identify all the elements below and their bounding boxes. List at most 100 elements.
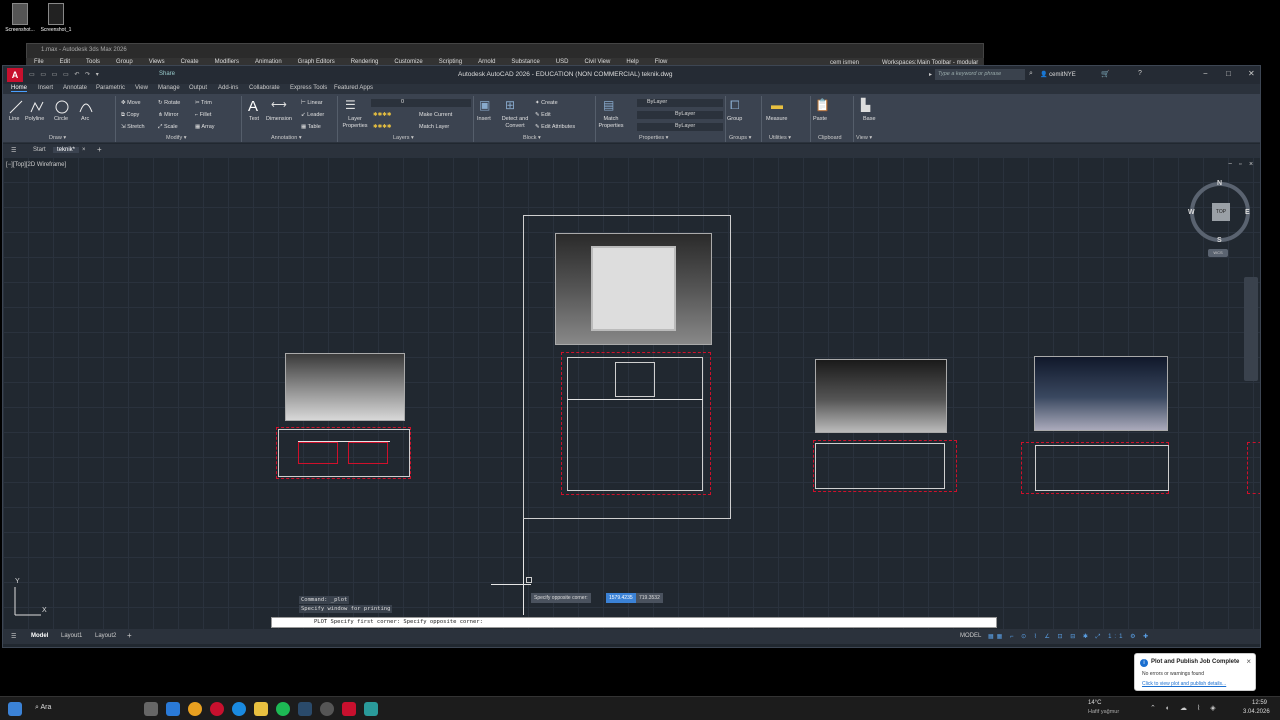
measure-icon[interactable]: ▬ [771,98,783,112]
status-toggles[interactable]: ▦▦ ⌐ ⊙ ⌇ ∠ ⊡ ⊟ ✱ ⤢ 1:1 ⚙ ✚ [988,633,1151,641]
compass-north[interactable]: N [1217,180,1222,187]
close-tab-icon[interactable]: × [82,147,86,153]
arc-button[interactable]: Arc [81,116,89,122]
tab-start[interactable]: Start [33,147,46,153]
viewport-minimize-icon[interactable]: − [1228,161,1232,168]
ribbon-tab[interactable]: Home [11,85,28,92]
annotation-panel-title[interactable]: Annotation ▾ [271,135,302,141]
layer-dropdown[interactable]: 0 [371,99,471,107]
notification-link[interactable]: Click to view plot and publish details..… [1142,681,1226,687]
paste-button[interactable]: Paste [813,116,827,122]
desktop-icon[interactable]: Screenshot... [0,3,40,33]
line-icon[interactable] [9,100,23,114]
menu-icon[interactable]: ☰ [11,147,16,154]
quick-access-toolbar[interactable]: ▭ ▭ ▭ ▭ ↶ ↷ ▾ [29,71,101,78]
browser-icon[interactable] [232,702,246,716]
tab-layout2[interactable]: Layout2 [95,633,116,639]
table-button[interactable]: ▦ Table [301,124,321,130]
modify-panel-title[interactable]: Modify ▾ [166,135,187,141]
base-view-icon[interactable]: ▙ [861,98,870,112]
search-arrow-icon[interactable]: ▸ [929,71,932,78]
linetype-dropdown[interactable]: ByLayer [637,111,723,119]
weather-temp[interactable]: 14°C [1088,700,1101,706]
move-button[interactable]: ✥ Move [121,100,141,106]
clock-time[interactable]: 12:59 [1252,700,1267,706]
user-account[interactable]: 👤 cemitNYE [1040,71,1076,78]
match-layer-button[interactable]: Match Layer [419,124,449,130]
circle-icon[interactable] [55,100,69,114]
copy-button[interactable]: ⧉ Copy [121,112,139,119]
draw-panel-title[interactable]: Draw ▾ [49,135,66,141]
chrome-icon[interactable] [188,702,202,716]
layer-tools-icon[interactable]: ✱✱✱✱ [373,124,391,130]
taskbar-search[interactable]: ⌕ Ara [35,704,51,712]
plot-notification[interactable]: i Plot and Publish Job Complete × No err… [1134,653,1256,691]
make-current-button[interactable]: Make Current [419,112,452,118]
stretch-button[interactable]: ⇲ Stretch [121,124,145,130]
compass-east[interactable]: E [1245,209,1250,216]
measure-button[interactable]: Measure [766,116,787,122]
cart-icon[interactable]: 🛒 [1101,70,1110,78]
compass-west[interactable]: W [1188,209,1195,216]
circle-button[interactable]: Circle [54,116,68,122]
ribbon-tab[interactable]: Featured Apps [334,85,373,91]
group-icon[interactable]: ⧠ [730,98,740,113]
polyline-icon[interactable] [30,100,44,114]
viewport-label[interactable]: [−][Top][2D Wireframe] [6,162,66,168]
system-tray[interactable]: ⌃ ◐ ☁ ⌇ ◈ [1150,704,1220,712]
insert-button[interactable]: Insert [477,116,491,122]
windows-start-icon[interactable] [8,702,22,716]
array-button[interactable]: ▦ Array [195,124,215,130]
groups-panel-title[interactable]: Groups ▾ [729,135,751,141]
ribbon-tab[interactable]: View [135,85,148,91]
ribbon-tab[interactable]: Output [189,85,207,91]
dynamic-input-x[interactable]: 1579.4235 [606,593,636,603]
leader-button[interactable]: ↙ Leader [301,112,324,118]
notification-close-icon[interactable]: × [1246,657,1251,666]
help-icon[interactable]: ? [1138,70,1142,77]
base-button[interactable]: Base [863,116,876,122]
polyline-button[interactable]: Polyline [25,116,44,122]
viewport-restore-icon[interactable]: ▫ [1239,161,1241,168]
viewport-close-icon[interactable]: × [1249,161,1253,168]
text-icon[interactable]: A [248,98,258,115]
mirror-button[interactable]: ⋔ Mirror [158,112,179,118]
weather-desc[interactable]: Hafif yağmur [1088,709,1119,715]
tab-model[interactable]: Model [31,633,48,639]
ribbon-tab[interactable]: Add-ins [218,85,238,91]
linear-button[interactable]: ⊢ Linear [301,100,323,106]
layer-properties-icon[interactable]: ☰ [345,98,356,112]
color-dropdown[interactable]: ByLayer [637,99,723,107]
autocad-logo-icon[interactable]: A [7,68,23,82]
task-view-icon[interactable] [144,702,158,716]
share-button[interactable]: Share [159,71,175,77]
dimension-icon[interactable]: ⟷ [271,98,287,111]
clipboard-panel-title[interactable]: Clipboard [818,135,842,141]
create-block-button[interactable]: ✦ Create [535,100,558,106]
dynamic-input-y[interactable]: 719.3532 [636,593,663,603]
paste-icon[interactable]: 📋 [815,98,830,112]
compass-south[interactable]: S [1217,237,1222,244]
detect-convert-icon[interactable]: ⊞ [505,98,515,112]
file-explorer-icon[interactable] [254,702,268,716]
command-line-input[interactable]: PLOT Specify first corner: Specify oppos… [271,617,997,628]
match-properties-button[interactable]: Match Properties [597,116,625,130]
close-button[interactable]: ✕ [1248,69,1255,78]
opera-icon[interactable] [210,702,224,716]
drawing-viewport[interactable]: [−][Top][2D Wireframe] − ▫ × Specify opp… [3,157,1260,629]
layer-properties-button[interactable]: Layer Properties [340,116,370,130]
maximize-button[interactable]: □ [1226,69,1231,78]
edge-icon[interactable] [166,702,180,716]
group-button[interactable]: Group [727,116,742,122]
rotate-button[interactable]: ↻ Rotate [158,100,180,106]
ribbon-tab[interactable]: Collaborate [249,85,280,91]
tab-layout1[interactable]: Layout1 [61,633,82,639]
ribbon-tab[interactable]: Express Tools [290,85,327,91]
app-icon[interactable] [320,702,334,716]
ribbon-tab[interactable]: Parametric [96,85,125,91]
add-layout-button[interactable]: + [127,631,132,640]
trim-button[interactable]: ✂ Trim [195,100,212,106]
match-properties-icon[interactable]: ▤ [603,98,614,112]
model-space-toggle[interactable]: MODEL [960,633,981,639]
properties-panel-title[interactable]: Properties ▾ [639,135,668,141]
